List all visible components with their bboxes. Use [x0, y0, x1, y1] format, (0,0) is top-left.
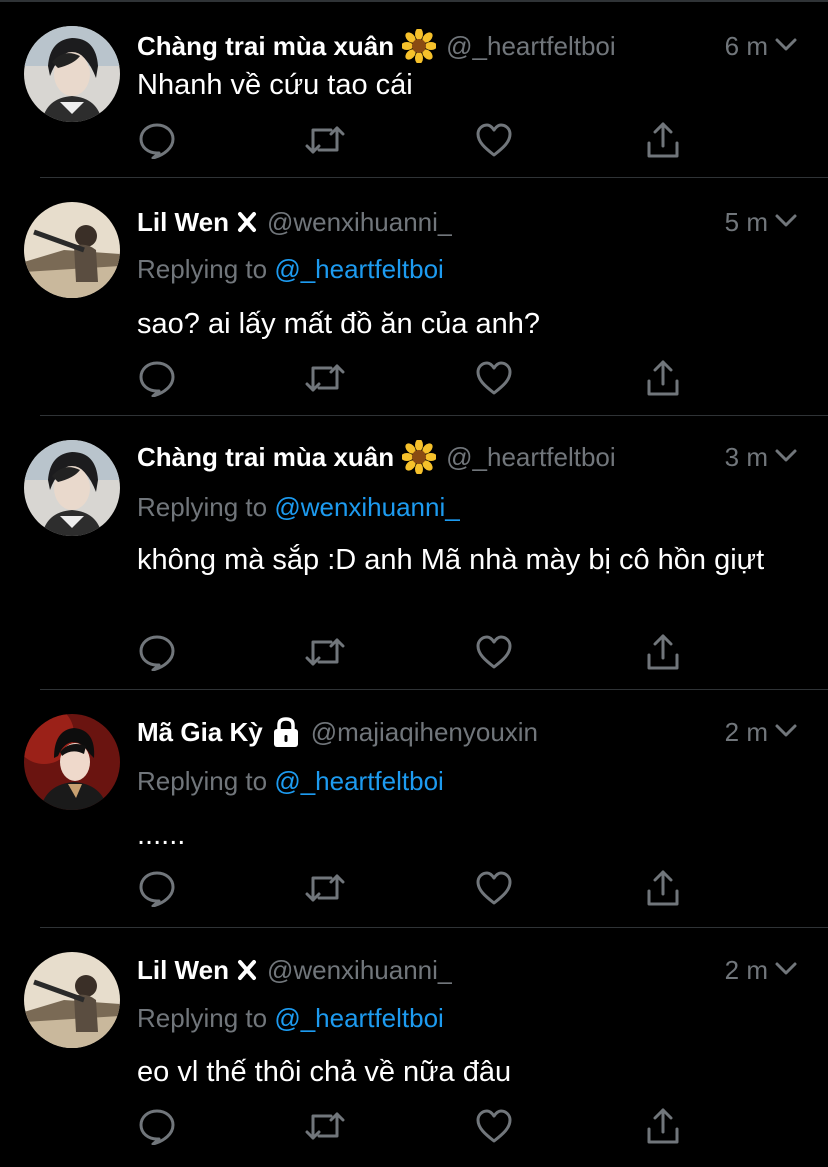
- replying-prefix: Replying to: [137, 492, 275, 522]
- x-mark-icon: [237, 959, 257, 981]
- tweet-actions: [137, 632, 697, 672]
- display-name[interactable]: Mã Gia Kỳ: [137, 717, 263, 748]
- chevron-down-icon[interactable]: [774, 956, 798, 985]
- reply-mention-link[interactable]: @_heartfeltboi: [274, 766, 444, 796]
- replying-to: Replying to @wenxihuanni_: [137, 492, 460, 523]
- handle[interactable]: @wenxihuanni_: [267, 207, 452, 238]
- display-name[interactable]: Lil Wen: [137, 955, 229, 986]
- tweet[interactable]: Chàng trai mùa xuân @_heartfeltboi 3 m R…: [0, 416, 828, 690]
- sunflower-icon: [402, 29, 437, 63]
- display-name[interactable]: Chàng trai mùa xuân: [137, 442, 394, 473]
- tweet[interactable]: Lil Wen @wenxihuanni_ 5 m Replying to @_…: [0, 178, 828, 416]
- lock-icon: [271, 716, 301, 748]
- replying-prefix: Replying to: [137, 1003, 275, 1033]
- share-icon[interactable]: [643, 120, 683, 160]
- tweet-text: không mà sắp :D anh Mã nhà mày bị cô hồn…: [137, 544, 765, 576]
- handle[interactable]: @_heartfeltboi: [446, 442, 616, 473]
- tweet[interactable]: Lil Wen @wenxihuanni_ 2 m Replying to @_…: [0, 928, 828, 1167]
- retweet-icon[interactable]: [305, 358, 345, 398]
- tweet-thread: Chàng trai mùa xuân @_heartfeltboi 6 m N…: [0, 0, 828, 1167]
- handle[interactable]: @_heartfeltboi: [446, 31, 616, 62]
- replying-to: Replying to @_heartfeltboi: [137, 254, 444, 285]
- handle[interactable]: @wenxihuanni_: [267, 955, 452, 986]
- tweet-header: Lil Wen @wenxihuanni_ 2 m: [137, 950, 798, 990]
- reply-mention-link[interactable]: @wenxihuanni_: [274, 492, 459, 522]
- tweet[interactable]: Chàng trai mùa xuân @_heartfeltboi 6 m N…: [0, 0, 828, 178]
- chevron-down-icon[interactable]: [774, 443, 798, 472]
- display-name[interactable]: Chàng trai mùa xuân: [137, 31, 394, 62]
- like-icon[interactable]: [474, 120, 514, 160]
- timestamp[interactable]: 3 m: [725, 442, 768, 473]
- replying-to: Replying to @_heartfeltboi: [137, 1003, 444, 1034]
- avatar[interactable]: [24, 440, 120, 536]
- tweet-actions: [137, 1106, 697, 1146]
- share-icon[interactable]: [643, 358, 683, 398]
- x-mark-icon: [237, 211, 257, 233]
- tweet-text: Nhanh về cứu tao cái: [137, 69, 413, 101]
- chevron-down-icon[interactable]: [774, 32, 798, 61]
- like-icon[interactable]: [474, 358, 514, 398]
- retweet-icon[interactable]: [305, 868, 345, 908]
- avatar[interactable]: [24, 952, 120, 1048]
- reply-icon[interactable]: [137, 868, 177, 908]
- reply-icon[interactable]: [137, 120, 177, 160]
- retweet-icon[interactable]: [305, 1106, 345, 1146]
- tweet-header: Lil Wen @wenxihuanni_ 5 m: [137, 202, 798, 242]
- tweet-text: eo vl thế thôi chả về nữa đâu: [137, 1056, 512, 1088]
- avatar[interactable]: [24, 26, 120, 122]
- timestamp[interactable]: 6 m: [725, 31, 768, 62]
- tweet-text: ......: [137, 819, 186, 851]
- share-icon[interactable]: [643, 1106, 683, 1146]
- like-icon[interactable]: [474, 1106, 514, 1146]
- like-icon[interactable]: [474, 632, 514, 672]
- retweet-icon[interactable]: [305, 120, 345, 160]
- avatar[interactable]: [24, 202, 120, 298]
- tweet-actions: [137, 120, 697, 160]
- timestamp-group: 2 m: [725, 717, 798, 748]
- timestamp[interactable]: 2 m: [725, 717, 768, 748]
- reply-icon[interactable]: [137, 1106, 177, 1146]
- reply-icon[interactable]: [137, 358, 177, 398]
- chevron-down-icon[interactable]: [774, 208, 798, 237]
- sunflower-icon: [402, 440, 437, 474]
- replying-prefix: Replying to: [137, 766, 275, 796]
- share-icon[interactable]: [643, 632, 683, 672]
- timestamp-group: 3 m: [725, 442, 798, 473]
- tweet[interactable]: Mã Gia Kỳ @majiaqihenyouxin 2 m Replying…: [0, 690, 828, 928]
- tweet-header: Chàng trai mùa xuân @_heartfeltboi 3 m: [137, 437, 798, 477]
- tweet-actions: [137, 358, 697, 398]
- tweet-header: Mã Gia Kỳ @majiaqihenyouxin 2 m: [137, 712, 798, 752]
- replying-to: Replying to @_heartfeltboi: [137, 766, 444, 797]
- reply-icon[interactable]: [137, 632, 177, 672]
- avatar[interactable]: [24, 714, 120, 810]
- timestamp[interactable]: 2 m: [725, 955, 768, 986]
- chevron-down-icon[interactable]: [774, 718, 798, 747]
- share-icon[interactable]: [643, 868, 683, 908]
- tweet-header: Chàng trai mùa xuân @_heartfeltboi 6 m: [137, 26, 798, 66]
- display-name[interactable]: Lil Wen: [137, 207, 229, 238]
- timestamp-group: 5 m: [725, 207, 798, 238]
- tweet-actions: [137, 868, 697, 908]
- retweet-icon[interactable]: [305, 632, 345, 672]
- timestamp-group: 6 m: [725, 31, 798, 62]
- replying-prefix: Replying to: [137, 254, 275, 284]
- timestamp[interactable]: 5 m: [725, 207, 768, 238]
- reply-mention-link[interactable]: @_heartfeltboi: [274, 254, 444, 284]
- like-icon[interactable]: [474, 868, 514, 908]
- reply-mention-link[interactable]: @_heartfeltboi: [274, 1003, 444, 1033]
- tweet-text: sao? ai lấy mất đồ ăn của anh?: [137, 308, 541, 340]
- handle[interactable]: @majiaqihenyouxin: [311, 717, 538, 748]
- timestamp-group: 2 m: [725, 955, 798, 986]
